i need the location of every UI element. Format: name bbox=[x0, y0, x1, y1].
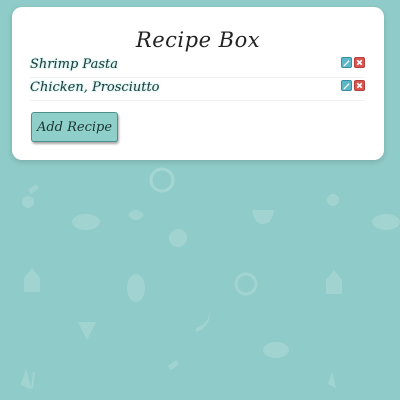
page-title: Recipe Box bbox=[135, 28, 261, 52]
bowl-icon bbox=[252, 210, 274, 224]
herb-icon bbox=[20, 368, 35, 390]
banana-icon bbox=[196, 308, 211, 332]
pencil-icon bbox=[343, 60, 350, 67]
leaf-icon bbox=[128, 210, 144, 220]
list-item: Shrimp Pasta bbox=[30, 56, 365, 78]
recipe-actions bbox=[341, 57, 365, 68]
pineapple-icon bbox=[24, 268, 40, 292]
recipe-name-chicken-prosciutto[interactable]: Chicken, Prosciutto bbox=[30, 80, 160, 95]
edit-recipe-button[interactable] bbox=[341, 57, 352, 68]
pineapple-icon-2 bbox=[326, 270, 342, 294]
recipe-actions bbox=[341, 80, 365, 91]
bread-icon bbox=[263, 342, 289, 358]
list-item: Chicken, Prosciutto bbox=[30, 79, 365, 101]
donut-icon bbox=[149, 167, 175, 193]
close-icon bbox=[356, 59, 363, 66]
fish-icon bbox=[72, 214, 100, 230]
carrot-icon bbox=[28, 184, 39, 194]
recipe-list: Shrimp Pasta Chicken, Prosciutto bbox=[30, 56, 365, 102]
recipe-name-shrimp-pasta[interactable]: Shrimp Pasta bbox=[30, 57, 118, 72]
cucumber-icon bbox=[127, 274, 145, 302]
edit-recipe-button[interactable] bbox=[341, 80, 352, 91]
orange-icon bbox=[234, 272, 258, 296]
add-recipe-button[interactable]: Add Recipe bbox=[31, 112, 118, 142]
delete-recipe-button[interactable] bbox=[354, 80, 365, 91]
recipe-box-card: Recipe Box Shrimp Pasta Chicken, Prosciu… bbox=[12, 7, 384, 160]
herb-icon-2 bbox=[328, 372, 336, 388]
tomato-icon bbox=[327, 194, 339, 206]
pencil-icon bbox=[343, 83, 350, 90]
grapes-icon bbox=[169, 229, 187, 247]
carrot-icon-2 bbox=[168, 360, 179, 370]
close-icon bbox=[356, 82, 363, 89]
delete-recipe-button[interactable] bbox=[354, 57, 365, 68]
fish-icon-2 bbox=[372, 214, 400, 230]
strawberry-icon bbox=[78, 322, 96, 340]
